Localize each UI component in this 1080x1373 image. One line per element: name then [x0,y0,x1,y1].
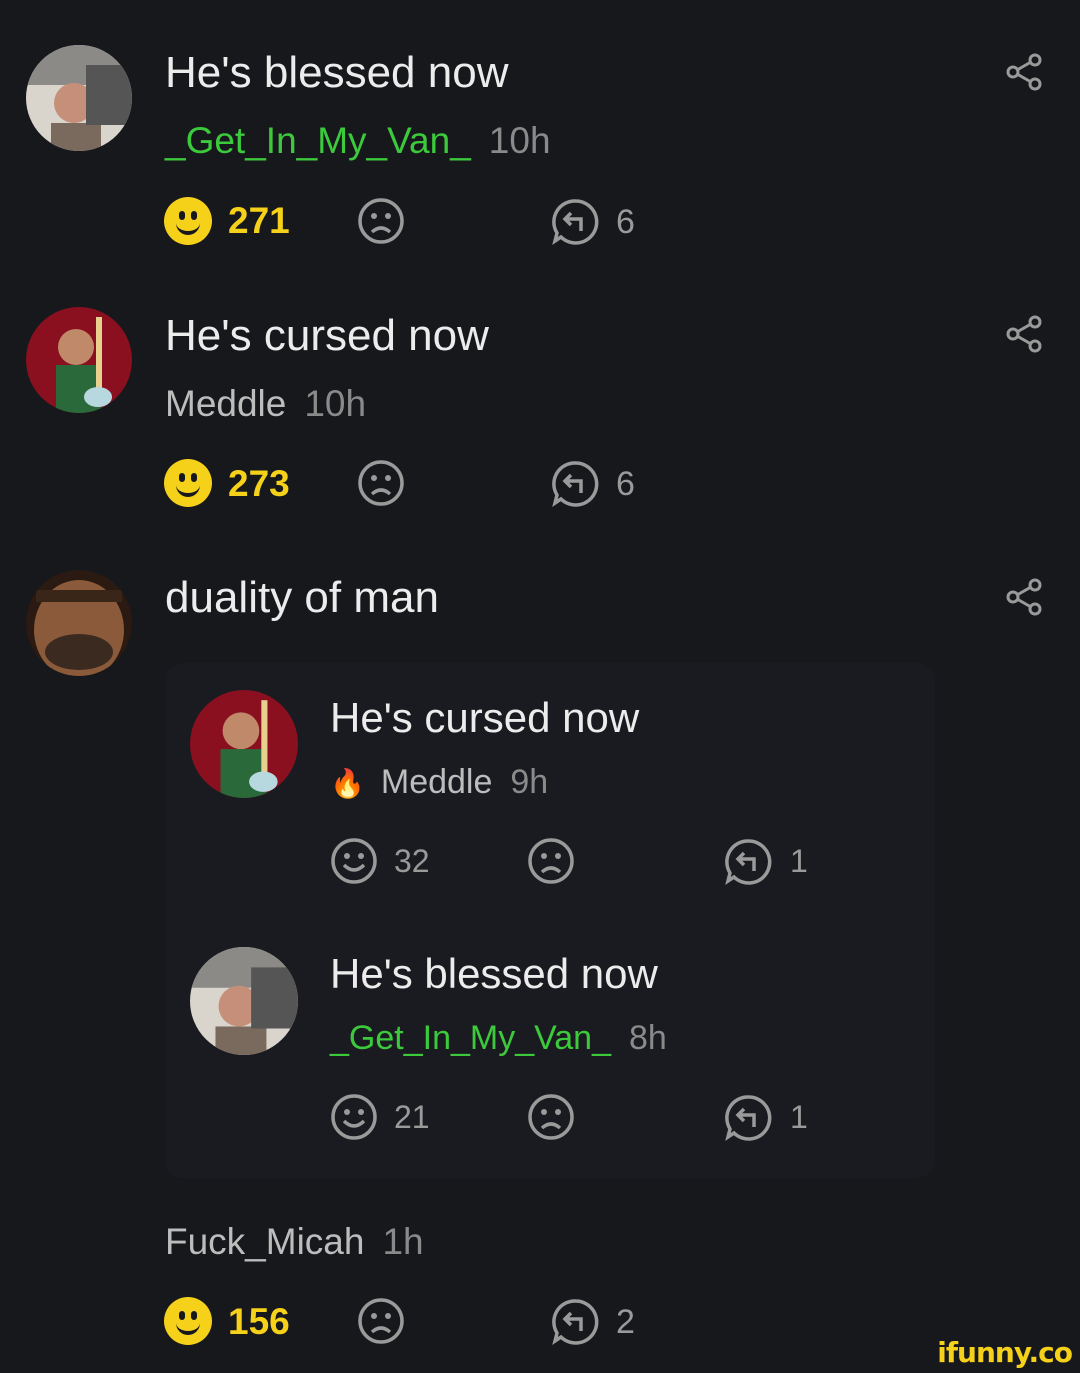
username: _Get_In_My_Van_ [330,1019,611,1057]
timestamp: 8h [629,1019,667,1057]
reply-count: 1 [790,843,808,879]
avatar [190,947,298,1055]
reply-icon [725,1095,772,1141]
share-icon[interactable] [1004,314,1044,354]
quoted-comment-text: He's blessed now [330,950,658,997]
username[interactable]: Fuck_Micah [165,1221,364,1262]
ifunny-watermark: ifunny.co [937,1336,1073,1369]
smile-count: 271 [228,200,290,241]
timestamp: 1h [382,1221,424,1262]
reply-count: 6 [616,203,635,241]
avatar[interactable] [26,307,132,413]
smile-outline-icon [331,838,377,884]
reply-icon[interactable] [551,459,601,509]
unsmile-icon[interactable] [357,1297,405,1345]
reply-count: 2 [616,1303,635,1341]
share-icon[interactable] [1004,577,1044,617]
smile-count: 21 [394,1099,430,1135]
avatar [190,690,298,798]
username[interactable]: _Get_In_My_Van_ [165,120,471,161]
unsmile-icon[interactable] [357,459,405,507]
reply-icon[interactable] [551,1297,601,1347]
reply-icon [725,839,772,885]
reply-count: 1 [790,1099,808,1135]
smile-outline-icon [331,1094,377,1140]
share-icon[interactable] [1004,52,1044,92]
avatar[interactable] [26,570,132,676]
fire-icon: 🔥 [330,768,365,799]
reply-icon[interactable] [551,197,601,247]
timestamp: 10h [488,120,551,161]
smile-icon[interactable] [164,1297,212,1345]
smile-count: 156 [228,1301,290,1342]
username: Meddle [380,763,493,801]
unsmile-icon [528,838,574,884]
smile-icon[interactable] [164,197,212,245]
quoted-comment-text: He's cursed now [330,694,640,741]
unsmile-icon [528,1094,574,1140]
comment-text: He's blessed now [165,48,509,97]
unsmile-icon[interactable] [357,197,405,245]
smile-count: 273 [228,463,290,504]
smile-icon[interactable] [164,459,212,507]
avatar[interactable] [26,45,132,151]
timestamp: 10h [304,383,367,424]
smile-count: 32 [394,843,430,879]
timestamp: 9h [510,763,549,801]
username[interactable]: Meddle [165,383,286,424]
comment-text: He's cursed now [165,311,489,360]
reply-count: 6 [616,465,635,503]
comment-text: duality of man [165,573,439,622]
